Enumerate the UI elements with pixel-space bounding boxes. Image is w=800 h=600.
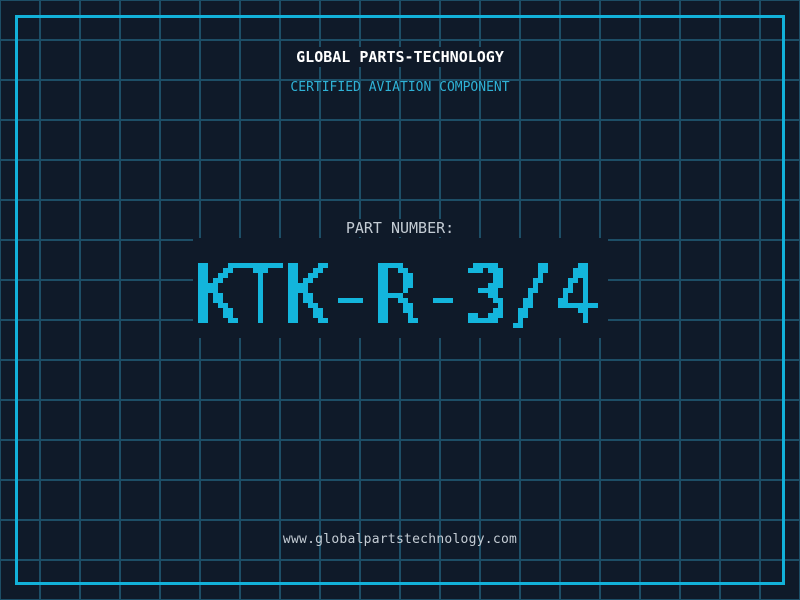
website-url: www.globalpartstechnology.com xyxy=(282,532,518,547)
part-number-label-text: PART NUMBER: xyxy=(340,219,460,237)
company-name: GLOBAL PARTS-TECHNOLOGY xyxy=(0,47,800,67)
part-number-label: PART NUMBER: xyxy=(0,219,800,237)
part-number-canvas xyxy=(192,238,608,338)
company-name-text: GLOBAL PARTS-TECHNOLOGY xyxy=(291,47,509,67)
part-number: KTK-R-3/4 xyxy=(0,238,800,338)
certification-label: CERTIFIED AVIATION COMPONENT xyxy=(290,80,510,95)
